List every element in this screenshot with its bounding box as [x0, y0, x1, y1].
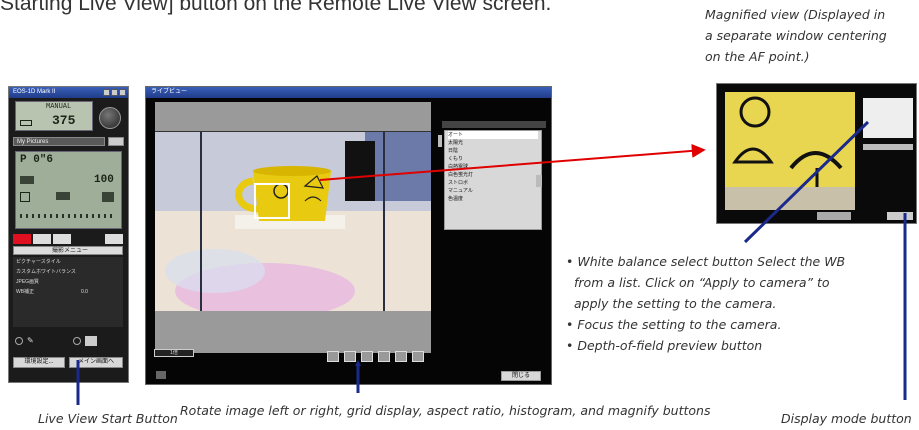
wb-callout: [743, 120, 870, 244]
note-line: • Focus the setting to the camera.: [566, 317, 782, 332]
live-view-start-caption: Live View Start Button: [38, 411, 178, 426]
note-line: • White balance select button Select the…: [566, 254, 846, 269]
toolbar-callout-arrowhead: [355, 360, 361, 366]
toolbar-caption: Rotate image left or right, grid display…: [180, 403, 711, 418]
callout-overlay: [76, 120, 907, 405]
display-mode-caption: Display mode button: [781, 411, 912, 426]
note-line: • Depth-of-field preview button: [566, 338, 763, 353]
note-line: apply the setting to the camera.: [574, 296, 777, 311]
magnify-arrow: [319, 143, 706, 181]
note-line: from a list. Click on “Apply to camera” …: [574, 275, 830, 290]
feature-notes: • White balance select button Select the…: [566, 251, 845, 356]
